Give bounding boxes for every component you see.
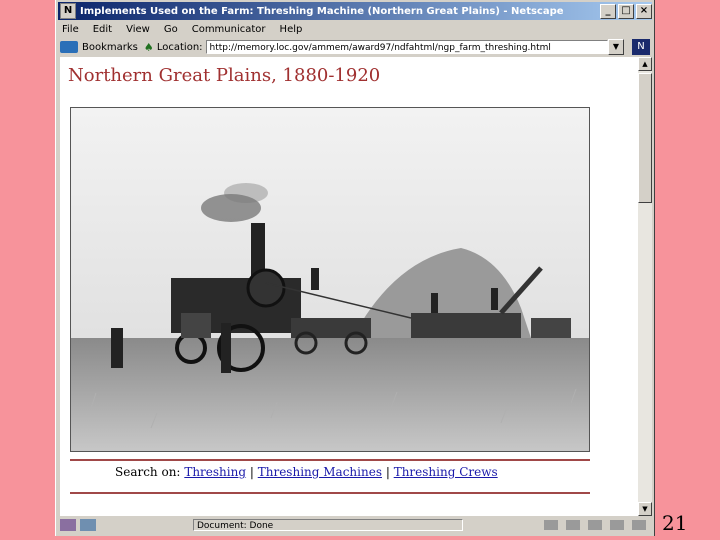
bookmarks-button[interactable]: Bookmarks	[60, 41, 138, 53]
link-threshing[interactable]: Threshing	[184, 465, 246, 479]
navigator-icon[interactable]	[544, 520, 558, 530]
url-dropdown-button[interactable]: ▼	[608, 39, 624, 55]
separator: |	[385, 465, 390, 479]
url-input[interactable]: http://memory.loc.gov/ammem/award97/ndfa…	[205, 40, 608, 54]
menu-help[interactable]: Help	[278, 24, 305, 35]
menu-file[interactable]: File	[60, 24, 81, 35]
connection-icon	[80, 519, 96, 531]
vertical-scrollbar[interactable]: ▲ ▼	[638, 57, 652, 516]
location-icon: ♠	[143, 41, 154, 54]
search-links: Search on: Threshing | Threshing Machine…	[115, 465, 498, 479]
component-bar	[544, 520, 646, 530]
menu-view[interactable]: View	[124, 24, 152, 35]
page-title: Northern Great Plains, 1880-1920	[68, 65, 381, 86]
scroll-thumb[interactable]	[638, 73, 652, 203]
close-button[interactable]: ×	[636, 3, 652, 19]
separator: |	[249, 465, 254, 479]
newsgroups-icon[interactable]	[588, 520, 602, 530]
bookmarks-label: Bookmarks	[82, 41, 138, 53]
menu-bar: File Edit View Go Communicator Help	[60, 21, 304, 37]
location-label: Location:	[156, 41, 203, 53]
title-bar: N Implements Used on the Farm: Threshing…	[58, 2, 652, 20]
menu-go[interactable]: Go	[162, 24, 180, 35]
netscape-icon: N	[60, 3, 76, 19]
link-threshing-machines[interactable]: Threshing Machines	[258, 465, 382, 479]
maximize-button[interactable]: □	[618, 3, 634, 19]
window-title: Implements Used on the Farm: Threshing M…	[80, 5, 564, 17]
threshing-scene-image	[71, 108, 589, 451]
search-prefix: Search on:	[115, 465, 181, 479]
status-bar: Document: Done	[58, 517, 652, 533]
page-content: Northern Great Plains, 1880-1920 Search …	[60, 57, 638, 516]
bookmarks-icon	[60, 41, 78, 53]
browser-window: N Implements Used on the Farm: Threshing…	[55, 0, 655, 536]
minimize-button[interactable]: _	[600, 3, 616, 19]
netscape-logo-icon: N	[632, 39, 650, 55]
threshing-photo	[70, 107, 590, 452]
slide-page-number: 21	[662, 511, 688, 535]
bottom-divider	[70, 492, 590, 494]
menu-edit[interactable]: Edit	[91, 24, 114, 35]
location-toolbar: Bookmarks ♠ Location: http://memory.loc.…	[60, 38, 650, 56]
status-text: Document: Done	[193, 519, 463, 531]
link-threshing-crews[interactable]: Threshing Crews	[394, 465, 498, 479]
menu-communicator[interactable]: Communicator	[190, 24, 268, 35]
address-book-icon[interactable]	[610, 520, 624, 530]
composer-icon[interactable]	[632, 520, 646, 530]
top-divider	[70, 459, 590, 461]
scroll-up-button[interactable]: ▲	[638, 57, 652, 71]
mail-icon[interactable]	[566, 520, 580, 530]
security-lock-icon[interactable]	[60, 519, 76, 531]
scroll-down-button[interactable]: ▼	[638, 502, 652, 516]
